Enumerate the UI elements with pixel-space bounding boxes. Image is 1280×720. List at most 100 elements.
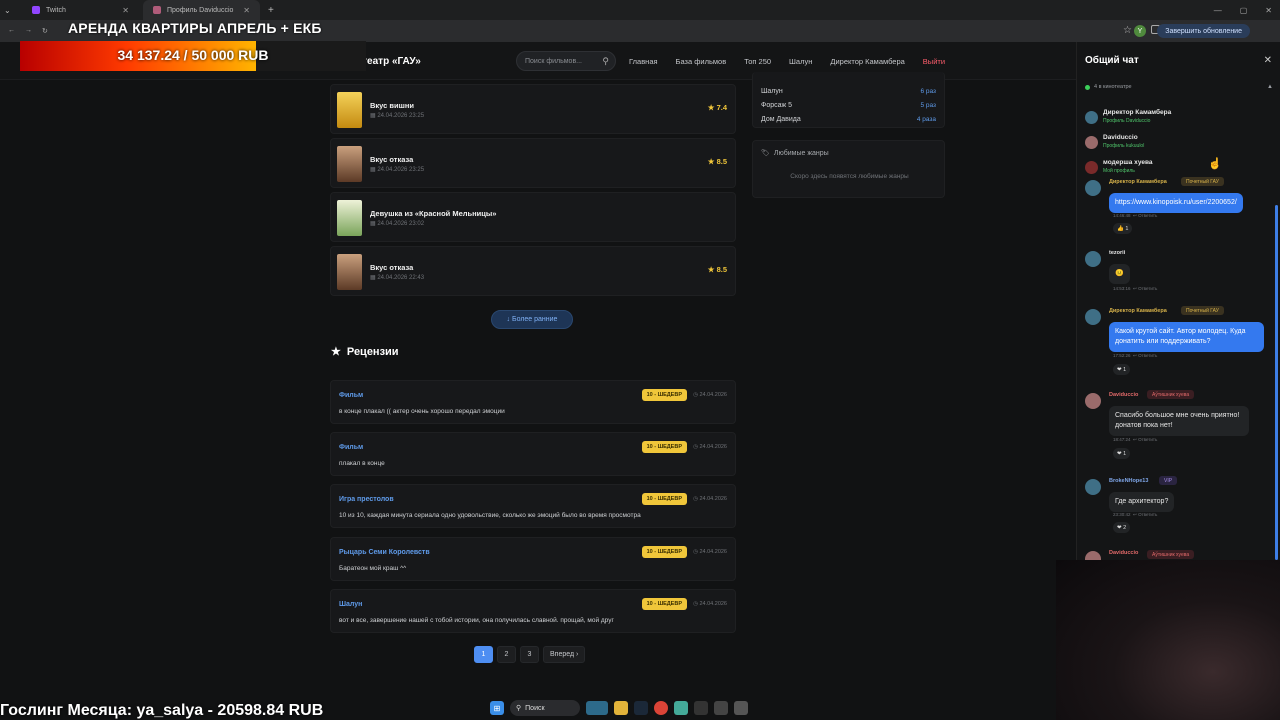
nav-logout[interactable]: Выйти bbox=[923, 57, 945, 66]
chat-message: tezorii 😐 14:53:16 ↩ Ответить bbox=[1085, 250, 1275, 300]
review-date: ◷ 24.04.2026 bbox=[693, 601, 727, 607]
app-icon[interactable] bbox=[674, 701, 688, 715]
file-explorer-icon[interactable] bbox=[614, 701, 628, 715]
new-tab-icon[interactable]: + bbox=[268, 5, 274, 16]
taskbar-search[interactable]: ⚲ Поиск bbox=[510, 700, 580, 716]
review-title[interactable]: Фильм bbox=[339, 392, 363, 399]
nav-home[interactable]: Главная bbox=[629, 57, 658, 66]
reaction-badge[interactable]: ❤ 1 bbox=[1113, 448, 1131, 459]
stat-row[interactable]: Дом Давида 4 раза bbox=[753, 112, 944, 126]
reaction-badge[interactable]: 👍 1 bbox=[1113, 223, 1133, 234]
reply-button[interactable]: Ответить bbox=[1138, 286, 1157, 291]
tab-profile[interactable]: Профиль Daviduccio ✕ bbox=[143, 0, 260, 20]
chat-title: Общий чат bbox=[1085, 55, 1139, 66]
star-icon: ★ bbox=[331, 346, 341, 358]
list-item[interactable]: Девушка из «Красной Мельницы» ▦ 24.04.20… bbox=[330, 192, 736, 242]
movie-date: ▦ 24.04.2026 23:25 bbox=[370, 167, 425, 173]
message-link[interactable]: https://www.kinopoisk.ru/user/2200652/ bbox=[1109, 193, 1243, 213]
chrome-icon[interactable] bbox=[654, 701, 668, 715]
review-date: ◷ 24.04.2026 bbox=[693, 549, 727, 555]
list-item[interactable]: Вкус отказа ▦ 24.04.2026 22:43 ★ 8.5 bbox=[330, 246, 736, 296]
app-icon[interactable] bbox=[694, 701, 708, 715]
close-icon[interactable]: ✕ bbox=[1264, 55, 1272, 66]
bookmark-star-icon[interactable]: ☆ bbox=[1123, 25, 1132, 36]
stat-row[interactable]: Форсаж 55 раз bbox=[753, 98, 944, 112]
review-text: Баратеон мой краш ^^ bbox=[339, 565, 407, 572]
chat-message: BrokeNHope13 VIP Где архитектор? 23:30:4… bbox=[1085, 476, 1275, 538]
movie-date: ▦ 24.04.2026 22:43 bbox=[370, 275, 425, 281]
tab-label: Профиль Daviduccio bbox=[167, 6, 234, 14]
online-user[interactable]: Директор Камамбера Профиль Daviduccio bbox=[1085, 107, 1275, 131]
reply-button[interactable]: Ответить bbox=[1138, 353, 1157, 358]
review-title[interactable]: Шалун bbox=[339, 601, 362, 608]
chat-message: Daviduccio Аўтишник хуева Спасибо большо… bbox=[1085, 390, 1275, 462]
page-3-button[interactable]: 3 bbox=[520, 646, 539, 663]
review-title[interactable]: Игра престолов bbox=[339, 496, 394, 503]
page-2-button[interactable]: 2 bbox=[497, 646, 516, 663]
review-card: Фильм 10 - ШЕДЕВР ◷ 24.04.2026 в конце п… bbox=[330, 380, 736, 424]
pagination: 1 2 3 Вперед › bbox=[474, 646, 586, 663]
nav-top250[interactable]: Топ 250 bbox=[744, 57, 771, 66]
forward-icon[interactable]: → bbox=[25, 27, 32, 35]
windows-start-icon[interactable]: ⊞ bbox=[490, 701, 504, 715]
nav-director[interactable]: Директор Камамбера bbox=[830, 57, 904, 66]
watched-list: Вкус вишни ▦ 24.04.2026 23:25 ★ 7.4 Вкус… bbox=[330, 84, 736, 300]
obs-icon[interactable] bbox=[734, 701, 748, 715]
review-card: Рыцарь Семи Королевств 10 - ШЕДЕВР ◷ 24.… bbox=[330, 537, 736, 581]
stat-row[interactable]: Шалун 6 раз bbox=[753, 84, 944, 98]
reaction-badge[interactable]: ❤ 1 bbox=[1113, 364, 1131, 375]
reload-icon[interactable]: ↻ bbox=[42, 27, 48, 35]
online-user[interactable]: модерша хуева Мой профиль bbox=[1085, 157, 1275, 181]
reply-button[interactable]: Ответить bbox=[1138, 512, 1157, 517]
review-text: вот и все, завершение нашей с тобой исто… bbox=[339, 617, 614, 624]
list-item[interactable]: Вкус вишни ▦ 24.04.2026 23:25 ★ 7.4 bbox=[330, 84, 736, 134]
profile-avatar[interactable]: Y bbox=[1134, 25, 1146, 37]
rating-badge: 10 - ШЕДЕВР bbox=[641, 546, 687, 558]
movie-poster bbox=[337, 146, 362, 182]
update-button[interactable]: Завершить обновление bbox=[1157, 24, 1250, 38]
maximize-icon[interactable]: ▢ bbox=[1240, 6, 1248, 15]
tab-twitch[interactable]: Twitch ✕ bbox=[22, 0, 139, 20]
review-text: 10 из 10, каждая минута сериала одно удо… bbox=[339, 512, 641, 519]
movie-title: Вкус отказа bbox=[370, 263, 414, 272]
webcam-overlay bbox=[1056, 560, 1280, 720]
close-window-icon[interactable]: ✕ bbox=[1265, 6, 1272, 15]
online-users-toggle[interactable]: 4 в кинотеатре ▲ bbox=[1085, 84, 1273, 90]
review-title[interactable]: Рыцарь Семи Королевств bbox=[339, 549, 430, 556]
chat-scrollbar[interactable] bbox=[1275, 205, 1278, 560]
steam-icon[interactable] bbox=[634, 701, 648, 715]
movie-title: Вкус вишни bbox=[370, 101, 415, 110]
search-icon[interactable]: ⚲ bbox=[602, 56, 609, 67]
search-input[interactable]: Поиск фильмов... ⚲ bbox=[516, 51, 616, 71]
chat-message: Daviduccio Аўтишник хуева bbox=[1085, 550, 1275, 560]
load-more-button[interactable]: ↓ Более ранние bbox=[491, 310, 573, 329]
rating-badge: 10 - ШЕДЕВР bbox=[641, 389, 687, 401]
online-user[interactable]: Daviduccio Профиль kukuulol bbox=[1085, 132, 1275, 156]
back-icon[interactable]: ← bbox=[8, 27, 15, 35]
browser-tabbar: ⌄ Twitch ✕ Профиль Daviduccio ✕ + — ▢ ✕ bbox=[0, 0, 1280, 20]
close-tab-icon[interactable]: ✕ bbox=[122, 6, 129, 15]
app-icon[interactable] bbox=[714, 701, 728, 715]
list-item[interactable]: Вкус отказа ▦ 24.04.2026 23:25 ★ 8.5 bbox=[330, 138, 736, 188]
nav-shalun[interactable]: Шалун bbox=[789, 57, 812, 66]
close-tab-icon[interactable]: ✕ bbox=[243, 6, 250, 15]
tab-list-icon[interactable]: ⌄ bbox=[4, 6, 18, 15]
reviews-heading: ★ Рецензии bbox=[331, 345, 399, 359]
reply-button[interactable]: Ответить bbox=[1138, 437, 1157, 442]
nav-film-base[interactable]: База фильмов bbox=[676, 57, 727, 66]
movie-poster bbox=[337, 254, 362, 290]
stream-goal-title: АРЕНДА КВАРТИРЫ АПРЕЛЬ + ЕКБ bbox=[68, 20, 322, 36]
weather-widget-icon[interactable] bbox=[586, 701, 608, 715]
movie-rating: ★ 8.5 bbox=[707, 265, 727, 274]
page-1-button[interactable]: 1 bbox=[474, 646, 493, 663]
chat-panel: Общий чат ✕ 4 в кинотеатре ▲ Директор Ка… bbox=[1076, 42, 1280, 560]
minimize-icon[interactable]: — bbox=[1214, 6, 1222, 15]
reply-button[interactable]: Ответить bbox=[1138, 213, 1157, 218]
next-page-button[interactable]: Вперед › bbox=[543, 646, 586, 663]
avatar bbox=[1085, 136, 1098, 149]
chevron-up-icon: ▲ bbox=[1267, 84, 1273, 90]
reaction-badge[interactable]: ❤ 2 bbox=[1113, 522, 1131, 533]
review-card: Шалун 10 - ШЕДЕВР ◷ 24.04.2026 вот и все… bbox=[330, 589, 736, 633]
review-title[interactable]: Фильм bbox=[339, 444, 363, 451]
donation-progress-text: 34 137.24 / 50 000 RUB bbox=[117, 47, 269, 63]
